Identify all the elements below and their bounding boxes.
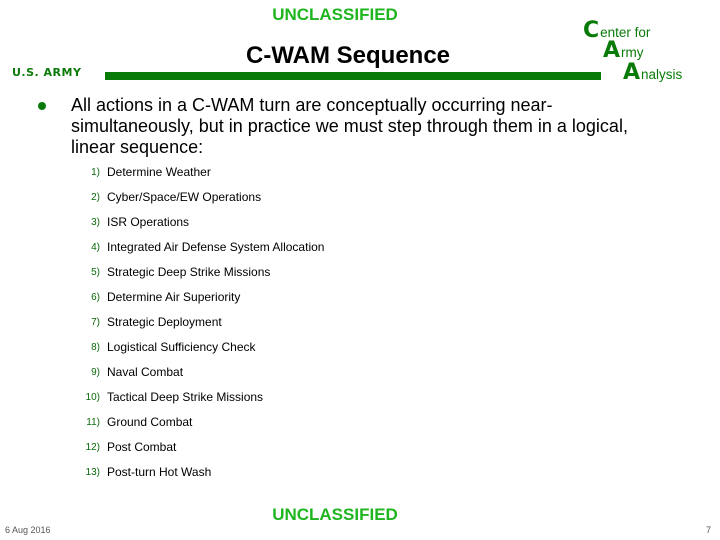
step-label: Post Combat (107, 440, 177, 454)
classification-banner-bottom: UNCLASSIFIED (272, 505, 398, 524)
step-label: Logistical Sufficiency Check (107, 340, 256, 354)
logo-line-3: Analysis (623, 60, 682, 85)
header-divider-bar (105, 72, 601, 80)
step-label: Determine Air Superiority (107, 290, 241, 304)
logo-initial-a: A (603, 38, 621, 63)
center-for-army-analysis-logo: Center for Army Analysis (583, 18, 718, 86)
page-number: 7 (706, 525, 712, 535)
step-number: 8) (91, 342, 100, 353)
logo-initial-a2: A (623, 60, 641, 85)
step-label: Tactical Deep Strike Missions (107, 390, 264, 404)
bullet-text: All actions in a C-WAM turn are conceptu… (71, 95, 628, 157)
logo-text-army: rmy (621, 45, 644, 60)
step-label: Post-turn Hot Wash (107, 465, 212, 479)
step-number: 12) (85, 442, 100, 453)
logo-initial-c: C (583, 18, 600, 43)
footer-date: 6 Aug 2016 (5, 525, 51, 535)
step-number: 10) (85, 392, 100, 403)
step-label: Ground Combat (107, 415, 193, 429)
step-number: 13) (85, 467, 100, 478)
us-army-label: U.S. ARMY (12, 66, 82, 79)
step-number: 9) (91, 367, 100, 378)
step-number: 7) (91, 317, 100, 328)
step-label: Strategic Deployment (107, 315, 222, 329)
step-label: Integrated Air Defense System Allocation (107, 240, 325, 254)
step-label: ISR Operations (107, 215, 190, 229)
step-number: 1) (91, 167, 100, 178)
step-label: Cyber/Space/EW Operations (107, 190, 262, 204)
step-number: 5) (91, 267, 100, 278)
bullet-dot-icon (38, 102, 46, 110)
step-number: 4) (91, 242, 100, 253)
step-label: Determine Weather (107, 165, 211, 179)
step-number: 2) (91, 192, 100, 203)
step-number: 6) (91, 292, 100, 303)
step-number: 3) (91, 217, 100, 228)
step-label: Naval Combat (107, 365, 184, 379)
logo-text-analysis: nalysis (641, 67, 683, 82)
step-label: Strategic Deep Strike Missions (107, 265, 271, 279)
slide-title: C-WAM Sequence (246, 42, 451, 69)
step-number: 11) (86, 417, 100, 428)
